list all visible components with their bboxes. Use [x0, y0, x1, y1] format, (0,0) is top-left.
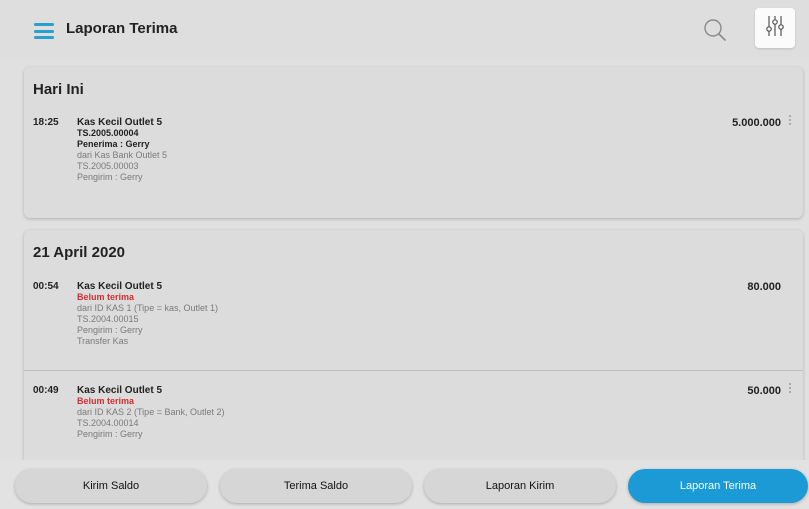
list-item[interactable]: 00:49 Kas Kecil Outlet 5 Belum terima da…	[24, 383, 803, 465]
entry-note: Transfer Kas	[77, 336, 129, 346]
status-badge: Belum terima	[77, 396, 135, 406]
entry-sender: Pengirim : Gerry	[77, 172, 143, 182]
laporan-kirim-button[interactable]: Laporan Kirim	[424, 469, 616, 503]
entry-source: dari ID KAS 2 (Tipe = Bank, Outlet 2)	[77, 407, 225, 417]
entry-sender: Pengirim : Gerry	[77, 429, 143, 439]
entry-amount: 80.000	[747, 281, 781, 293]
entry-time: 18:25	[33, 117, 59, 128]
more-vert-icon[interactable]	[787, 383, 793, 397]
sliders-filter-icon	[766, 15, 784, 42]
section-card-today: Hari Ini 18:25 Kas Kecil Outlet 5 TS.200…	[24, 67, 803, 218]
list-item[interactable]: 00:54 Kas Kecil Outlet 5 Belum terima da…	[24, 281, 803, 366]
entry-sender: Pengirim : Gerry	[77, 325, 143, 335]
entry-receiver: Penerima : Gerry	[77, 139, 150, 149]
entry-time: 00:49	[33, 385, 59, 396]
entry-details: Kas Kecil Outlet 5 Belum terima dari ID …	[77, 385, 224, 440]
entry-name: Kas Kecil Outlet 5	[77, 385, 163, 396]
app-bar: Laporan Terima	[0, 0, 809, 60]
section-title: Hari Ini	[33, 81, 84, 98]
divider	[24, 370, 803, 371]
entry-source: dari ID KAS 1 (Tipe = kas, Outlet 1)	[77, 303, 218, 313]
search-icon[interactable]	[703, 18, 729, 42]
entry-ref: TS.2005.00004	[77, 128, 139, 138]
hamburger-menu-icon[interactable]	[34, 23, 54, 39]
laporan-terima-button[interactable]: Laporan Terima	[628, 469, 808, 503]
entry-details: Kas Kecil Outlet 5 Belum terima dari ID …	[77, 281, 218, 347]
page-title: Laporan Terima	[66, 20, 178, 37]
section-card-date: 21 April 2020 00:54 Kas Kecil Outlet 5 B…	[24, 230, 803, 470]
entry-time: 00:54	[33, 281, 59, 292]
kirim-saldo-button[interactable]: Kirim Saldo	[15, 469, 207, 503]
entry-source-ref: TS.2005.00003	[77, 161, 139, 171]
entry-amount: 50.000	[747, 385, 781, 397]
filter-button[interactable]	[755, 8, 795, 48]
entry-amount: 5.000.000	[732, 117, 781, 129]
more-vert-icon[interactable]	[787, 115, 793, 129]
entry-ref: TS.2004.00014	[77, 418, 139, 428]
entry-name: Kas Kecil Outlet 5	[77, 117, 163, 128]
entry-source: dari Kas Bank Outlet 5	[77, 150, 168, 160]
terima-saldo-button[interactable]: Terima Saldo	[220, 469, 412, 503]
status-badge: Belum terima	[77, 292, 135, 302]
entry-ref: TS.2004.00015	[77, 314, 139, 324]
entry-details: Kas Kecil Outlet 5 TS.2005.00004 Penerim…	[77, 117, 167, 183]
entry-name: Kas Kecil Outlet 5	[77, 281, 163, 292]
bottom-nav: Kirim Saldo Terima Saldo Laporan Kirim L…	[0, 460, 809, 509]
section-title: 21 April 2020	[33, 244, 125, 261]
list-item[interactable]: 18:25 Kas Kecil Outlet 5 TS.2005.00004 P…	[24, 115, 803, 207]
